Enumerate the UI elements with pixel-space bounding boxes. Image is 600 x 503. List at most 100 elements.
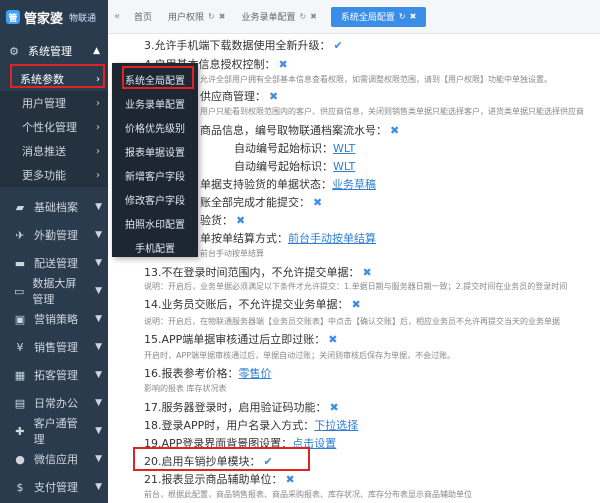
setting-label: 16.报表参考价格： — [144, 367, 239, 380]
flyout-item-mobile-config[interactable]: 手机配置 — [112, 235, 198, 259]
brand-logo: 管 管家婆 物联通 — [0, 0, 108, 34]
chevron-down-icon: ▼ — [95, 314, 102, 324]
calendar-icon: ▤ — [14, 396, 26, 410]
cross-icon[interactable]: ✖ — [363, 266, 372, 279]
tab-label: 首页 — [134, 13, 153, 23]
sidebar-item-personalization[interactable]: 个性化管理 › — [0, 115, 108, 139]
refresh-icon[interactable]: ↻ — [208, 12, 215, 21]
sidebar-item-label: 日常办公 — [34, 397, 78, 410]
sidebar-group-field[interactable]: ✈ 外勤管理 ▼ — [0, 221, 108, 249]
sidebar-group-office[interactable]: ▤ 日常办公 ▼ — [0, 389, 108, 417]
tab-business-entry-config[interactable]: 业务录单配置 ↻ ✖ — [233, 7, 324, 27]
chevron-down-icon: ▼ — [95, 398, 102, 408]
login-mode-link[interactable]: 下拉选择 — [314, 419, 358, 432]
refresh-icon[interactable]: ↻ — [399, 12, 406, 21]
sidebar-item-more[interactable]: 更多功能 › — [0, 163, 108, 187]
setting-label: 21.报表显示商品辅助单位： — [144, 473, 283, 486]
check-icon[interactable]: ✔ — [334, 39, 343, 52]
flyout-item-global-config[interactable]: 系统全局配置 — [112, 67, 198, 91]
chevron-down-icon: ▼ — [95, 258, 102, 268]
sidebar-item-push[interactable]: 消息推送 › — [0, 139, 108, 163]
setting-row-15: 15.APP端单据审核通过后立即过账： ✖ — [144, 331, 338, 347]
setting-row-19: 19.APP登录界面背景图设置：点击设置 — [144, 435, 336, 451]
price-link[interactable]: 零售价 — [239, 367, 272, 380]
tab-label: 业务录单配置 — [241, 13, 296, 23]
cross-icon[interactable]: ✖ — [390, 124, 399, 137]
sidebar-item-label: 基础档案 — [34, 201, 78, 214]
setting-label: 14.业务员交账后，不允许提交业务单据： — [144, 298, 349, 311]
sidebar-group-expand[interactable]: ▦ 拓客管理 ▼ — [0, 361, 108, 389]
setting-row-6b: 自动编号起始标识：WLT — [234, 158, 355, 174]
status-link[interactable]: 业务草稿 — [332, 178, 376, 191]
tab-scroll-left-button[interactable]: « — [108, 11, 126, 22]
cross-icon[interactable]: ✖ — [279, 58, 288, 71]
background-link[interactable]: 点击设置 — [292, 437, 336, 450]
tab-user-permissions[interactable]: 用户权限 ↻ ✖ — [160, 7, 233, 27]
settlement-link[interactable]: 前台手动按单结算 — [288, 232, 376, 245]
sidebar-item-label: 客户通管理 — [33, 417, 78, 446]
brand-name: 管家婆 — [24, 11, 64, 27]
chevron-down-icon: ▼ — [95, 342, 102, 352]
check-icon[interactable]: ✔ — [264, 455, 273, 468]
close-icon[interactable]: ✖ — [219, 12, 226, 21]
grid-icon: ▦ — [14, 368, 26, 382]
sidebar-item-users[interactable]: 用户管理 › — [0, 91, 108, 115]
sidebar-group-wechat[interactable]: ● 微信应用 ▼ — [0, 445, 108, 473]
sidebar-item-label: 消息推送 — [22, 145, 66, 158]
sidebar-group-dashboard[interactable]: ▭ 数据大屏管理 ▼ — [0, 277, 108, 306]
cross-icon[interactable]: ✖ — [352, 298, 361, 311]
cross-icon[interactable]: ✖ — [286, 473, 295, 486]
setting-row-6a: 自动编号起始标识：WLT — [234, 140, 355, 156]
chevron-up-icon: ▲ — [93, 46, 100, 56]
setting-note-16: 影响的报表 库存状况表 — [144, 384, 227, 393]
sidebar-group-basic-files[interactable]: ▰ 基础档案 ▼ — [0, 193, 108, 221]
sidebar-item-label: 营销策略 — [34, 313, 78, 326]
setting-row-3: 3.允许手机端下载数据使用全新升级： ✔ — [144, 37, 343, 53]
setting-label: 单按单结算方式： — [200, 232, 288, 245]
sidebar-group-payment[interactable]: $ 支付管理 ▼ — [0, 473, 108, 501]
setting-row-5: 供应商管理： ✖ — [200, 88, 278, 104]
cross-icon[interactable]: ✖ — [236, 214, 245, 227]
flyout-item-watermark[interactable]: 拍照水印配置 — [112, 211, 198, 235]
chevron-down-icon: ▼ — [95, 426, 102, 436]
logo-icon: 管 — [6, 10, 20, 24]
cross-icon[interactable]: ✖ — [328, 333, 337, 346]
sidebar-group-sales[interactable]: ¥ 销售管理 ▼ — [0, 333, 108, 361]
sidebar-item-system-params[interactable]: 系统参数 › — [0, 67, 108, 91]
image-icon: ▣ — [14, 312, 26, 326]
chevron-right-icon: › — [96, 97, 100, 109]
flyout-item-edit-customer-field[interactable]: 修改客户字段 — [112, 187, 198, 211]
brand-sub: 物联通 — [69, 13, 97, 24]
prefix-link[interactable]: WLT — [333, 142, 355, 155]
setting-note-21: 前台，根据此配置，商品销售报表、商品采购报表、库存状况、库存分布表显示商品辅助单… — [144, 490, 472, 499]
plane-icon: ✈ — [15, 228, 25, 242]
flyout-item-business-entry[interactable]: 业务录单配置 — [112, 91, 198, 115]
setting-label: 3.允许手机端下载数据使用全新升级： — [144, 39, 331, 52]
sidebar: 管 管家婆 物联通 ⚙ 系统管理 ▲ 系统参数 › 用户管理 › 个性化管理 › 消… — [0, 0, 108, 503]
close-icon[interactable]: ✖ — [410, 12, 417, 21]
sidebar-group-delivery[interactable]: ▬ 配送管理 ▼ — [0, 249, 108, 277]
cross-icon[interactable]: ✖ — [330, 401, 339, 414]
setting-label: 自动编号起始标识： — [234, 160, 333, 173]
flyout-item-report-settings[interactable]: 报表单据设置 — [112, 139, 198, 163]
chevron-right-icon: › — [96, 145, 100, 157]
cross-icon[interactable]: ✖ — [313, 196, 322, 209]
close-icon[interactable]: ✖ — [310, 12, 317, 21]
flyout-item-price-priority[interactable]: 价格优先级别 — [112, 115, 198, 139]
setting-label: 单据支持验货的单据状态： — [200, 178, 332, 191]
refresh-icon[interactable]: ↻ — [299, 12, 306, 21]
cross-icon[interactable]: ✖ — [269, 90, 278, 103]
prefix-link[interactable]: WLT — [333, 160, 355, 173]
setting-row-8: 账全部完成才能提交： ✖ — [200, 194, 322, 210]
setting-row-16: 16.报表参考价格：零售价 — [144, 365, 272, 381]
setting-row-13: 13.不在登录时间范围内，不允许提交单据： ✖ — [144, 264, 372, 280]
setting-row-17: 17.服务器登录时，启用验证码功能： ✖ — [144, 399, 339, 415]
sidebar-item-system-management[interactable]: ⚙ 系统管理 ▲ — [0, 38, 108, 64]
sidebar-item-label: 微信应用 — [34, 453, 78, 466]
tab-home[interactable]: 首页 — [126, 7, 160, 27]
tab-global-config[interactable]: 系统全局配置 ↻ ✖ — [330, 6, 427, 27]
sidebar-group-marketing[interactable]: ▣ 营销策略 ▼ — [0, 305, 108, 333]
flyout-item-add-customer-field[interactable]: 新增客户字段 — [112, 163, 198, 187]
sidebar-group-customer[interactable]: ✚ 客户通管理 ▼ — [0, 417, 108, 446]
chevron-right-icon: › — [96, 121, 100, 133]
